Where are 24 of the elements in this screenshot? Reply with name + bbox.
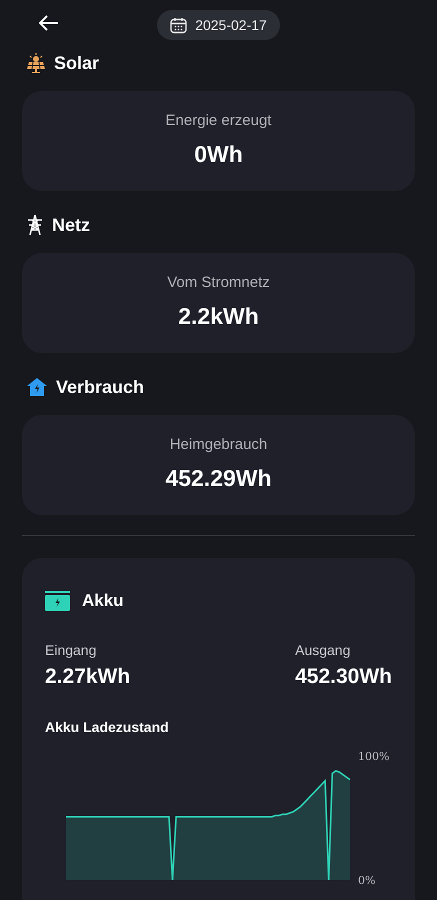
stat-value: 452.29Wh xyxy=(164,464,273,493)
date-picker-button[interactable]: 2025-02-17 xyxy=(157,10,280,40)
section-title: Verbrauch xyxy=(56,376,144,398)
house-icon xyxy=(26,377,48,397)
stat-value: 2.27kWh xyxy=(45,664,130,690)
stat-value: 0Wh xyxy=(193,140,244,169)
section-title: Netz xyxy=(52,214,90,236)
power-tower-icon xyxy=(26,214,44,236)
axis-label: 0% xyxy=(358,874,376,886)
stat-value: 2.2kWh xyxy=(177,302,260,331)
stat-label: Energie erzeugt xyxy=(164,111,272,131)
stat-label: Eingang xyxy=(45,641,98,659)
section-title: Solar xyxy=(54,52,100,74)
stat-label: Vom Stromnetz xyxy=(166,273,271,293)
stat-label: Heimgebrauch xyxy=(168,435,268,455)
stat-value: 452.30Wh xyxy=(295,664,392,690)
axis-label: 100% xyxy=(358,750,390,763)
battery-icon xyxy=(45,591,70,611)
chart-title: Akku Ladezustand xyxy=(45,718,170,737)
card-title: Akku xyxy=(82,590,124,612)
calendar-icon xyxy=(170,16,188,34)
solar-panel-icon xyxy=(26,53,46,73)
stat-label: Ausgang xyxy=(295,641,352,659)
back-button[interactable] xyxy=(39,15,59,31)
